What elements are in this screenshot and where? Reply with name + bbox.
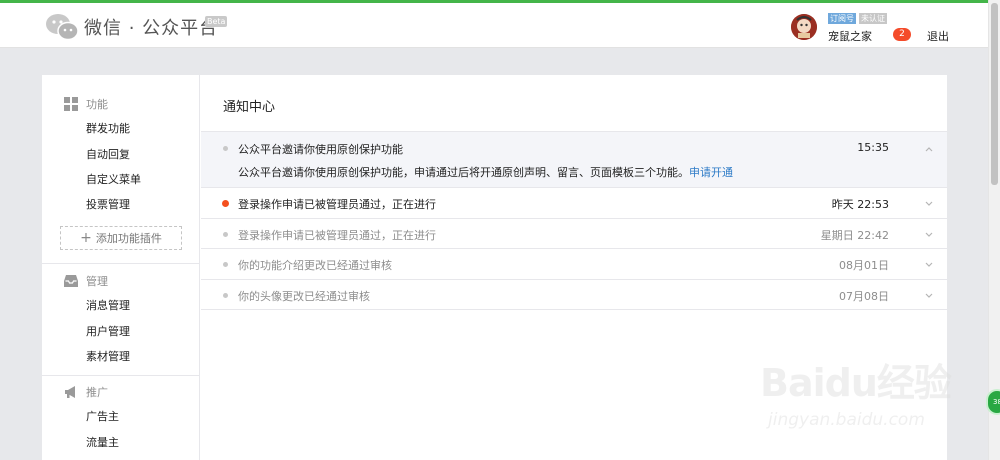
read-dot-icon <box>223 232 228 237</box>
logout-link[interactable]: 退出 <box>927 28 949 44</box>
sidebar-group-label: 管理 <box>86 275 108 288</box>
notification-time: 07月08日 <box>839 290 889 303</box>
chevron-up-icon[interactable] <box>925 146 933 152</box>
avatar-image-icon <box>791 14 817 40</box>
sidebar-group-promote: 推广 <box>64 384 108 400</box>
sidebar-group-function: 功能 <box>64 96 108 112</box>
chevron-down-icon[interactable] <box>925 293 933 299</box>
chevron-down-icon[interactable] <box>925 262 933 268</box>
sidebar-item-materials[interactable]: 素材管理 <box>86 350 130 364</box>
notification-center: 通知中心 公众平台邀请你使用原创保护功能 15:35 公众平台邀请你使用原创保护… <box>201 75 947 460</box>
notification-title[interactable]: 你的头像更改已经通过审核 <box>238 288 370 304</box>
add-plugin-label: 添加功能插件 <box>95 232 162 245</box>
sidebar-item-users[interactable]: 用户管理 <box>86 325 130 339</box>
sidebar-item-messages[interactable]: 消息管理 <box>86 299 130 313</box>
sidebar-item-mass-send[interactable]: 群发功能 <box>86 122 130 136</box>
notification-item[interactable]: 你的功能介绍更改已经通过审核 08月01日 <box>201 249 947 280</box>
sidebar-item-vote[interactable]: 投票管理 <box>86 198 130 212</box>
notice-count-badge[interactable]: 2 <box>893 28 911 41</box>
sidebar-group-label: 推广 <box>86 386 108 399</box>
sidebar-item-publisher[interactable]: 流量主 <box>86 436 119 450</box>
notification-item[interactable]: 登录操作申请已被管理员通过，正在进行 星期日 22:42 <box>201 219 947 249</box>
unread-dot-icon <box>222 200 229 207</box>
page-title: 通知中心 <box>223 100 276 115</box>
beta-badge: Beta <box>205 16 228 27</box>
megaphone-icon <box>65 386 75 398</box>
inbox-icon <box>64 275 78 287</box>
notification-time: 昨天 22:53 <box>831 198 889 211</box>
sidebar-item-custom-menu[interactable]: 自定义菜单 <box>86 173 141 187</box>
notification-title[interactable]: 公众平台邀请你使用原创保护功能 <box>238 141 403 157</box>
notification-detail-text: 公众平台邀请你使用原创保护功能，申请通过后将开通原创声明、留言、页面模板三个功能… <box>238 166 689 179</box>
top-bar: 微信 · 公众平台 Beta 订阅号 未认证 宠鼠之家 2 退出 <box>0 0 988 48</box>
notification-item[interactable]: 你的头像更改已经通过审核 07月08日 <box>201 280 947 310</box>
grid-icon <box>64 97 78 111</box>
notification-time: 08月01日 <box>839 259 889 272</box>
notification-title[interactable]: 登录操作申请已被管理员通过，正在进行 <box>238 196 436 212</box>
add-plugin-button[interactable]: + 添加功能插件 <box>60 226 182 250</box>
account-name[interactable]: 宠鼠之家 <box>828 28 872 44</box>
sidebar: 功能 群发功能 自动回复 自定义菜单 投票管理 + 添加功能插件 管理 消息管理… <box>42 75 200 460</box>
notification-item[interactable]: 登录操作申请已被管理员通过，正在进行 昨天 22:53 <box>201 188 947 219</box>
apply-link[interactable]: 申请开通 <box>689 166 733 179</box>
chevron-down-icon[interactable] <box>925 201 933 207</box>
sidebar-group-manage: 管理 <box>64 273 108 289</box>
sidebar-item-advertiser[interactable]: 广告主 <box>86 410 119 424</box>
main-panel: 功能 群发功能 自动回复 自定义菜单 投票管理 + 添加功能插件 管理 消息管理… <box>42 75 947 460</box>
sidebar-item-auto-reply[interactable]: 自动回复 <box>86 148 130 162</box>
notification-title[interactable]: 登录操作申请已被管理员通过，正在进行 <box>238 227 436 243</box>
account-type-tag: 订阅号 <box>828 13 856 24</box>
read-dot-icon <box>223 293 228 298</box>
chevron-down-icon[interactable] <box>925 232 933 238</box>
notification-item-expanded[interactable]: 公众平台邀请你使用原创保护功能 15:35 公众平台邀请你使用原创保护功能，申请… <box>201 132 947 188</box>
notification-time: 星期日 22:42 <box>820 229 889 242</box>
avatar[interactable] <box>791 14 817 40</box>
sidebar-group-label: 功能 <box>86 98 108 111</box>
notification-detail: 公众平台邀请你使用原创保护功能，申请通过后将开通原创声明、留言、页面模板三个功能… <box>238 164 733 180</box>
verify-status-tag: 未认证 <box>859 13 887 24</box>
brand-title[interactable]: 微信 · 公众平台 <box>84 14 218 40</box>
scrollbar-thumb[interactable] <box>991 3 998 185</box>
notification-title[interactable]: 你的功能介绍更改已经通过审核 <box>238 257 392 273</box>
notification-time: 15:35 <box>857 141 889 154</box>
floating-widget-button[interactable]: 38 <box>986 389 1000 415</box>
plus-icon: + <box>80 230 92 246</box>
sidebar-divider <box>42 263 200 264</box>
sidebar-divider <box>42 375 200 376</box>
read-dot-icon <box>223 262 228 267</box>
wechat-logo-icon[interactable] <box>45 12 79 42</box>
read-dot-icon <box>223 146 228 151</box>
